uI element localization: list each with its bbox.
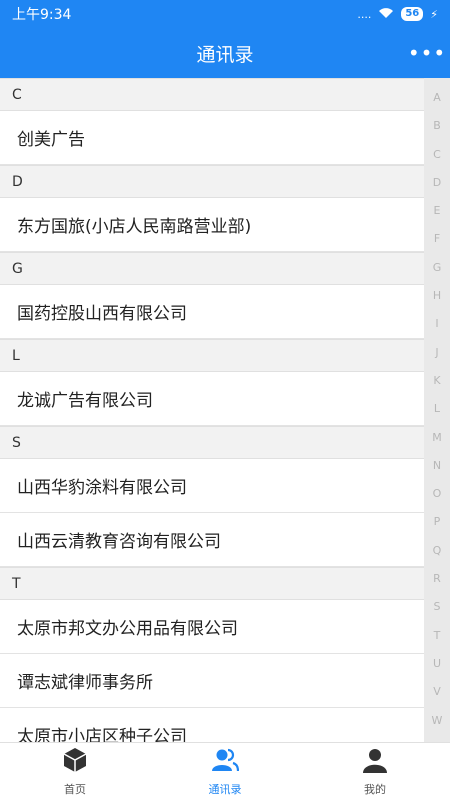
contacts-icon	[211, 746, 240, 778]
index-letter-n[interactable]: N	[433, 452, 441, 480]
contact-item[interactable]: 太原市小店区种子公司	[0, 708, 424, 742]
index-letter-j[interactable]: J	[435, 339, 438, 367]
contact-list[interactable]: C 创美广告 D 东方国旅(小店人民南路营业部) G 国药控股山西有限公司 L 龙诚广告有限公…	[0, 78, 424, 742]
signal-icon: ....	[357, 7, 372, 21]
index-letter-r[interactable]: R	[433, 565, 441, 593]
tab-label: 首页	[64, 783, 86, 796]
box-icon	[61, 746, 89, 778]
index-letter-u[interactable]: U	[433, 650, 441, 678]
contact-item[interactable]: 创美广告	[0, 111, 424, 165]
index-letter-f[interactable]: F	[434, 225, 440, 253]
status-icons: .... 56 ⚡	[357, 7, 438, 22]
index-letter-e[interactable]: E	[434, 197, 441, 225]
index-letter-g[interactable]: G	[433, 254, 442, 282]
contact-item[interactable]: 太原市邦文办公用品有限公司	[0, 600, 424, 654]
tab-label: 我的	[364, 783, 386, 796]
index-letter-v[interactable]: V	[433, 678, 441, 706]
index-letter-l[interactable]: L	[434, 395, 440, 423]
section-header-d: D	[0, 165, 424, 198]
tab-box[interactable]: 首页	[0, 743, 150, 800]
section-header-s: S	[0, 426, 424, 459]
index-letter-c[interactable]: C	[433, 141, 441, 169]
index-letter-i[interactable]: I	[435, 310, 438, 338]
contact-item[interactable]: 国药控股山西有限公司	[0, 285, 424, 339]
section-header-l: L	[0, 339, 424, 372]
index-letter-q[interactable]: Q	[433, 537, 442, 565]
index-letter-b[interactable]: B	[433, 112, 441, 140]
more-menu-icon[interactable]: •••	[408, 40, 445, 66]
index-letter-w[interactable]: W	[432, 707, 443, 735]
page-title: 通讯录	[196, 43, 254, 66]
tab-contacts[interactable]: 通讯录	[150, 743, 300, 800]
person-icon	[361, 746, 389, 778]
index-letter-o[interactable]: O	[433, 480, 442, 508]
tab-person[interactable]: 我的	[300, 743, 450, 800]
contact-item[interactable]: 山西云清教育咨询有限公司	[0, 513, 424, 567]
status-bar: 上午9:34 .... 56 ⚡	[0, 0, 450, 28]
section-header-c: C	[0, 78, 424, 111]
charging-icon: ⚡	[430, 7, 438, 21]
wifi-icon	[378, 7, 394, 22]
contact-item[interactable]: 东方国旅(小店人民南路营业部)	[0, 198, 424, 252]
index-letter-t[interactable]: T	[434, 622, 441, 650]
tab-label: 通讯录	[208, 783, 242, 796]
index-letter-h[interactable]: H	[433, 282, 441, 310]
index-letter-s[interactable]: S	[434, 593, 441, 621]
index-letter-d[interactable]: D	[433, 169, 441, 197]
alphabet-index-bar[interactable]: ABCDEFGHIJKLMNOPQRSTUVWX	[424, 78, 450, 755]
contact-item[interactable]: 谭志斌律师事务所	[0, 654, 424, 708]
index-letter-a[interactable]: A	[433, 84, 441, 112]
contact-item[interactable]: 山西华豹涂料有限公司	[0, 459, 424, 513]
app-header: 通讯录 •••	[0, 28, 450, 78]
index-letter-k[interactable]: K	[433, 367, 440, 395]
battery-indicator: 56	[401, 7, 424, 21]
section-header-t: T	[0, 567, 424, 600]
index-letter-m[interactable]: M	[432, 424, 442, 452]
section-header-g: G	[0, 252, 424, 285]
bottom-tab-bar: 首页 通讯录 我的	[0, 742, 450, 800]
contact-item[interactable]: 龙诚广告有限公司	[0, 372, 424, 426]
index-letter-p[interactable]: P	[434, 508, 441, 536]
status-time: 上午9:34	[12, 7, 72, 23]
